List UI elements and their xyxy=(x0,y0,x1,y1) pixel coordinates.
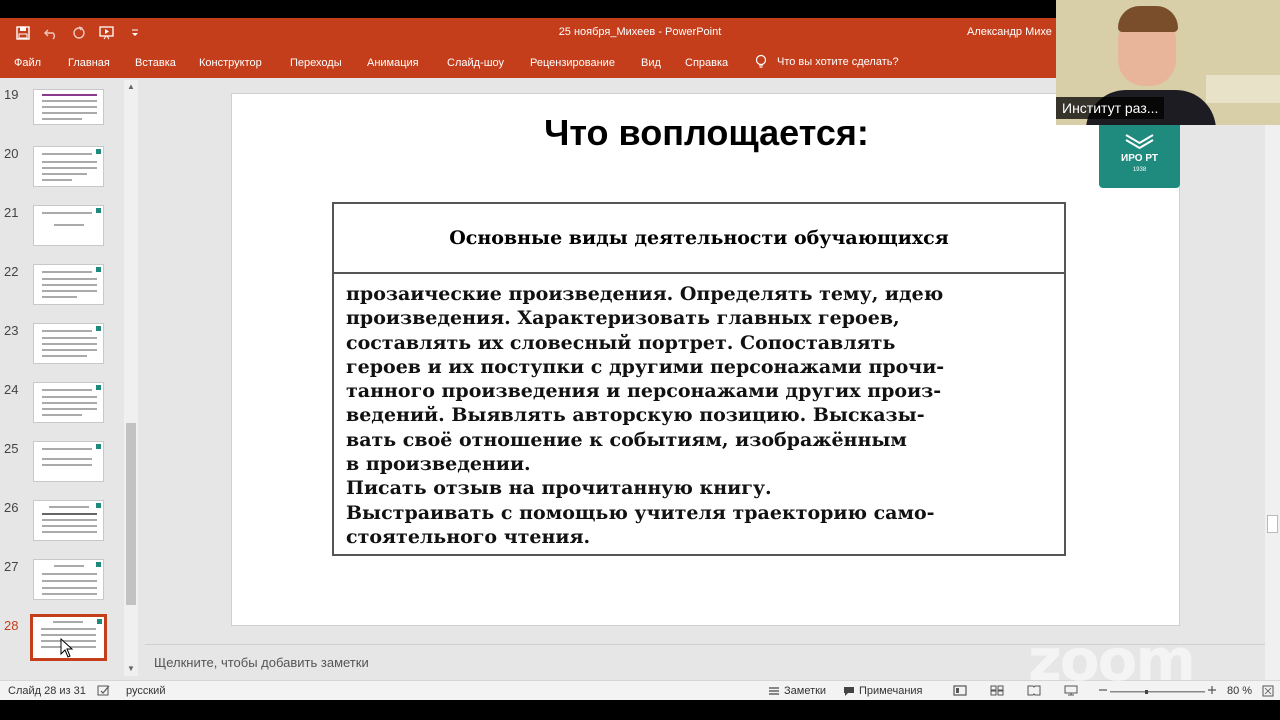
body-line: вать своё отношение к событиям, изображё… xyxy=(346,428,907,451)
spellcheck-icon[interactable] xyxy=(97,685,111,697)
notes-button[interactable]: Заметки xyxy=(768,685,826,697)
slide-number: 25 xyxy=(4,441,19,456)
slide-scrollbar[interactable] xyxy=(1265,78,1280,680)
comments-button-label: Примечания xyxy=(859,685,923,697)
slide-thumbnail[interactable]: 24 xyxy=(0,382,125,432)
participant-video[interactable]: Институт раз... xyxy=(1056,0,1280,125)
tab-home[interactable]: Главная xyxy=(68,57,110,69)
book-icon xyxy=(1125,134,1154,150)
thumbnail-image xyxy=(33,264,104,305)
scroll-down-icon[interactable]: ▼ xyxy=(124,664,138,676)
slide-thumbnail[interactable]: 25 xyxy=(0,441,125,491)
thumbnail-scrollbar[interactable]: ▲ ▼ xyxy=(124,80,138,676)
slide-thumbnail[interactable]: 20 xyxy=(0,146,125,196)
tab-transitions[interactable]: Переходы xyxy=(290,57,342,69)
body-line: произведения. Характеризовать главных ге… xyxy=(346,307,900,330)
body-line: Выстраивать с помощью учителя траекторию… xyxy=(346,501,935,524)
slide-thumbnails-panel: 19 20 21 22 23 24 25 26 27 28 xyxy=(0,78,140,680)
slide-number: 24 xyxy=(4,382,19,397)
participant-name: Институт раз... xyxy=(1056,97,1165,119)
logo-year: 1938 xyxy=(1132,167,1147,173)
zoom-level[interactable]: 80 % xyxy=(1227,685,1252,697)
participant-hair xyxy=(1118,6,1178,32)
comments-button[interactable]: Примечания xyxy=(843,685,923,697)
slide-thumbnail[interactable]: 21 xyxy=(0,205,125,255)
tab-review[interactable]: Рецензирование xyxy=(530,57,615,69)
logo-text: ИРО РТ xyxy=(1121,153,1158,164)
slide-thumbnail[interactable]: 22 xyxy=(0,264,125,314)
tab-design[interactable]: Конструктор xyxy=(199,57,262,69)
slide-thumbnail[interactable]: 27 xyxy=(0,559,125,609)
thumbnail-image xyxy=(33,500,104,541)
normal-view-icon[interactable] xyxy=(953,685,967,696)
slide-number: 20 xyxy=(4,146,19,161)
body-line: составлять их словесный портрет. Сопоста… xyxy=(346,331,896,354)
body-line: ведений. Выявлять авторскую позицию. Выс… xyxy=(346,404,925,427)
scrollbar-thumb[interactable] xyxy=(1267,515,1278,533)
slide-number: 27 xyxy=(4,559,19,574)
table-body: прозаические произведения. Определять те… xyxy=(346,282,1056,549)
body-line: прозаические произведения. Определять те… xyxy=(346,283,944,305)
body-line: стоятельного чтения. xyxy=(346,525,591,548)
slide-number: 26 xyxy=(4,500,19,515)
thumbnail-image xyxy=(33,205,104,246)
slide-thumbnail[interactable]: 23 xyxy=(0,323,125,373)
notes-button-label: Заметки xyxy=(784,685,827,697)
slide-number: 22 xyxy=(4,264,19,279)
thumbnail-image xyxy=(33,89,104,125)
scrollbar-thumb[interactable] xyxy=(126,423,136,605)
thumbnail-image xyxy=(33,382,104,423)
tab-file[interactable]: Файл xyxy=(14,57,41,69)
body-line: в произведении. xyxy=(346,453,531,476)
slide-table-image[interactable]: Основные виды деятельности обучающихся п… xyxy=(332,202,1066,556)
slide-title[interactable]: Что воплощается: xyxy=(232,112,1181,154)
zoom-watermark: zoom xyxy=(1028,626,1196,694)
body-line: танного произведения и персонажами други… xyxy=(346,380,942,403)
lightbulb-icon xyxy=(755,54,767,68)
body-line: героев и их поступки с другими персонажа… xyxy=(346,355,945,378)
zoom-in-icon[interactable] xyxy=(1207,683,1217,697)
current-slide[interactable]: Что воплощается: Основные виды деятельно… xyxy=(231,93,1180,626)
slide-number: 21 xyxy=(4,205,19,220)
tell-me-text: Что вы хотите сделать? xyxy=(777,56,899,68)
slide-number: 19 xyxy=(4,87,19,102)
tab-slideshow[interactable]: Слайд-шоу xyxy=(447,57,504,69)
fit-to-window-icon[interactable] xyxy=(1262,685,1274,697)
iro-logo: ИРО РТ 1938 xyxy=(1099,125,1180,188)
body-line: Писать отзыв на прочитанную книгу. xyxy=(346,477,772,500)
user-name[interactable]: Александр Михе xyxy=(967,26,1052,38)
tab-help[interactable]: Справка xyxy=(685,57,728,69)
powerpoint-window: 25 ноября_Михеев - PowerPoint Александр … xyxy=(0,0,1280,720)
language-indicator[interactable]: русский xyxy=(126,685,165,697)
scroll-up-icon[interactable]: ▲ xyxy=(124,82,138,94)
thumbnail-image xyxy=(33,559,104,600)
thumbnail-image xyxy=(33,146,104,187)
comment-icon xyxy=(844,686,854,696)
notes-icon xyxy=(769,687,779,695)
tab-animations[interactable]: Анимация xyxy=(367,57,419,69)
slide-thumbnail-active[interactable]: 28 xyxy=(0,614,125,668)
table-header: Основные виды деятельности обучающихся xyxy=(334,204,1064,274)
tab-view[interactable]: Вид xyxy=(641,57,661,69)
slide-number: 23 xyxy=(4,323,19,338)
slide-number: 28 xyxy=(4,618,19,633)
bottom-black-bar xyxy=(0,700,1280,720)
slide-thumbnail[interactable]: 19 xyxy=(0,87,125,137)
slide-thumbnail[interactable]: 26 xyxy=(0,500,125,550)
notes-placeholder: Щелкните, чтобы добавить заметки xyxy=(154,655,369,670)
tab-insert[interactable]: Вставка xyxy=(135,57,176,69)
slide-counter: Слайд 28 из 31 xyxy=(8,685,86,697)
thumbnail-image xyxy=(33,441,104,482)
thumbnail-image xyxy=(33,323,104,364)
video-shelf xyxy=(1206,75,1280,103)
mouse-cursor-icon xyxy=(60,638,74,658)
tell-me-box[interactable]: Что вы хотите сделать? xyxy=(755,54,899,70)
slide-sorter-icon[interactable] xyxy=(990,685,1004,696)
